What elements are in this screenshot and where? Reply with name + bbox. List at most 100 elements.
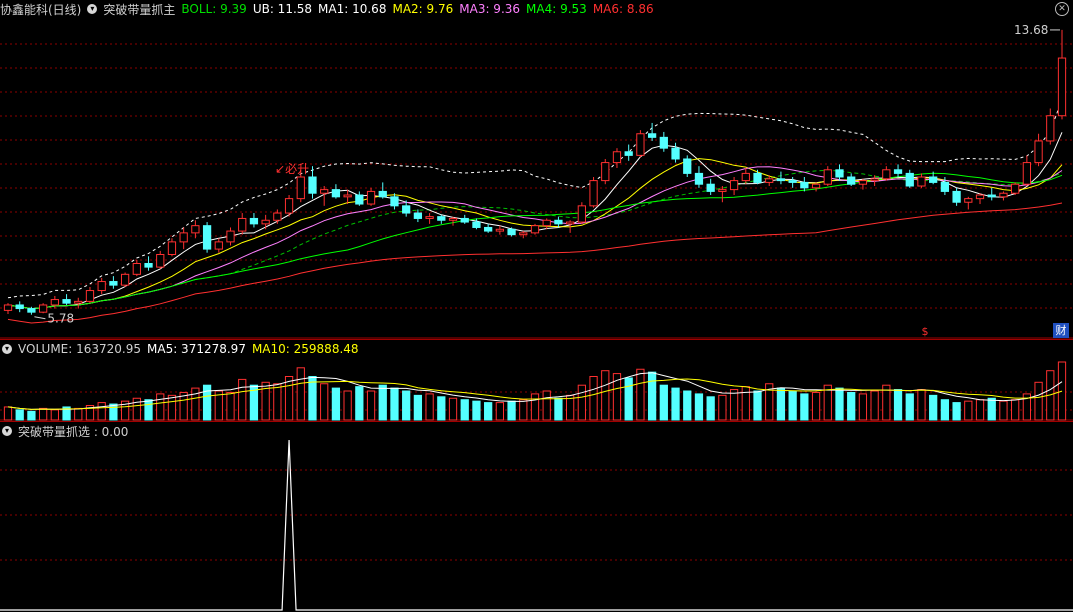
volume-bar — [144, 399, 153, 421]
candle-body — [636, 133, 645, 156]
candle-body — [788, 180, 797, 183]
candle-body — [741, 172, 750, 182]
volume-bar — [577, 384, 586, 421]
volume-bar — [905, 393, 914, 421]
candle-body — [893, 169, 903, 174]
cai-badge[interactable]: 财 — [1053, 323, 1069, 338]
volume-bar — [624, 377, 633, 421]
candle-body — [413, 212, 423, 219]
candle-body — [261, 219, 270, 225]
candle-body — [507, 228, 516, 236]
volume-bar — [109, 403, 118, 421]
volume-bar — [940, 399, 950, 421]
volume-bar — [964, 400, 973, 421]
candle-body — [1034, 140, 1043, 164]
volume-bar — [683, 390, 692, 421]
volume-bar — [788, 390, 797, 421]
volume-bar — [484, 402, 493, 421]
volume-bar — [647, 371, 657, 421]
volume-bar — [74, 407, 83, 421]
volume-bar — [331, 387, 341, 421]
candle-body — [331, 189, 341, 198]
candle-body — [683, 158, 692, 174]
candle-body — [390, 196, 399, 207]
candle-body — [156, 254, 165, 268]
candle-body — [472, 221, 481, 228]
candle-body — [905, 172, 914, 187]
volume-bar — [39, 407, 48, 421]
candle-body — [273, 212, 282, 221]
candle-body — [929, 176, 938, 183]
candle-body — [882, 169, 891, 180]
volume-bar — [296, 367, 305, 421]
boll-upper-line — [7, 99, 1063, 299]
candle-body — [284, 198, 294, 214]
volume-bar — [448, 397, 458, 421]
candle-body — [542, 219, 551, 227]
candle-body — [999, 192, 1008, 198]
volume-bar — [413, 394, 423, 421]
volume-bar — [132, 397, 141, 421]
candle-body — [437, 216, 446, 221]
candle-body — [320, 189, 329, 194]
volume-bar — [507, 400, 516, 421]
candle-body — [718, 189, 727, 192]
candle-body — [706, 183, 715, 192]
volume-bar — [437, 396, 446, 421]
candle-body — [577, 205, 586, 223]
volume-bar — [495, 402, 504, 421]
volume-bar — [519, 399, 528, 421]
candle-body — [85, 290, 95, 302]
volume-bar — [284, 376, 294, 421]
candle-body — [1046, 115, 1055, 142]
volume-bar — [460, 399, 469, 421]
volume-bar — [3, 406, 13, 421]
volume-bar — [811, 391, 821, 421]
volume-bar — [706, 396, 715, 421]
low-price-label: 5.78 — [47, 312, 74, 326]
candle-body — [495, 228, 504, 232]
volume-bar — [741, 386, 750, 421]
candle-body — [214, 241, 223, 250]
candle-body — [765, 178, 774, 183]
volume-bar — [226, 391, 235, 421]
volume-bar — [542, 390, 551, 421]
volume-bar — [472, 400, 481, 421]
candle-body — [15, 304, 24, 310]
volume-bar — [167, 394, 177, 421]
candle-body — [144, 263, 153, 268]
candle-body — [964, 198, 973, 203]
candle-body — [530, 225, 540, 234]
stock-chart: 13.68 5.78 ↙必升 $ — [0, 23, 1073, 611]
candle-body — [366, 190, 376, 205]
candle-body — [1057, 57, 1067, 117]
volume-bar — [776, 387, 786, 421]
high-price-label: 13.68 — [1014, 23, 1048, 37]
candle-body — [729, 180, 739, 191]
candle-body — [120, 273, 130, 286]
volume-bar — [671, 387, 680, 421]
candle-body — [519, 232, 528, 236]
candle-body — [296, 176, 305, 200]
candle-body — [612, 151, 622, 164]
volume-bar — [929, 394, 938, 421]
volume-bar — [402, 390, 411, 421]
volume-bar — [1011, 399, 1020, 421]
volume-bar — [847, 391, 856, 421]
volume-bar — [1057, 361, 1067, 421]
candle-body — [109, 281, 118, 286]
candle-body — [847, 176, 856, 185]
volume-bar — [800, 393, 809, 421]
candle-body — [987, 194, 996, 198]
volume-bar — [366, 390, 376, 421]
candle-body — [823, 169, 832, 185]
volume-bar — [917, 389, 926, 421]
candle-body — [378, 190, 387, 198]
volume-bar — [308, 376, 317, 421]
volume-bar — [273, 383, 282, 421]
candle-body — [343, 194, 352, 198]
candle-body — [484, 226, 493, 232]
volume-bar — [835, 387, 844, 421]
candle-body — [308, 176, 317, 194]
candle-body — [402, 205, 411, 214]
